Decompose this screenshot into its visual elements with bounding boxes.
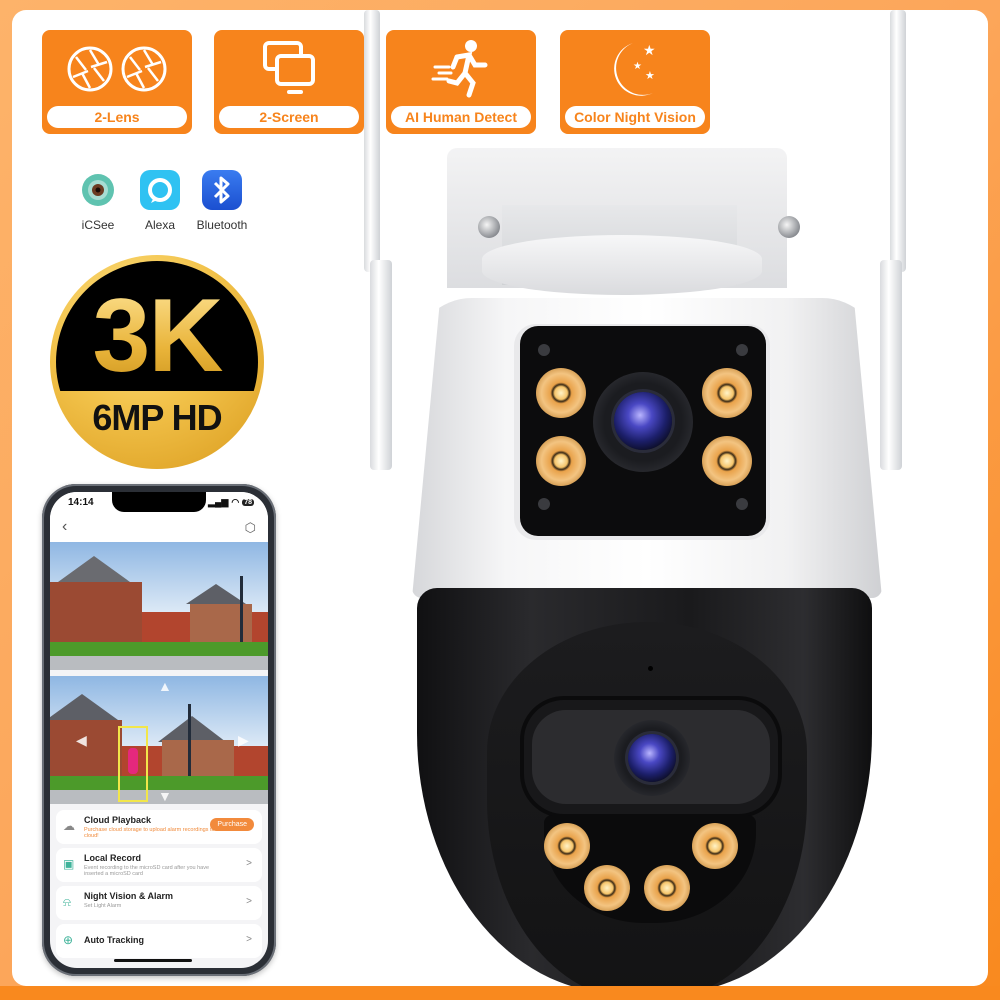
phone-mockup: 14:14 ▂▄▆ ◠ 78 ‹ ⬡ ▲ ▼ ◀ ▶ ☁ Cloud Playb…	[42, 484, 276, 976]
ptz-lens-window	[532, 710, 770, 804]
signal-icon: ▂▄▆	[208, 497, 229, 507]
detected-person	[128, 748, 138, 774]
pan-down-icon[interactable]: ▼	[158, 788, 172, 804]
resolution-badge: 3K 6MP HD	[50, 255, 264, 469]
pan-left-icon[interactable]: ◀	[76, 732, 87, 749]
menu-subtitle: Set Light Alarm	[84, 903, 122, 909]
pan-right-icon[interactable]: ▶	[238, 732, 249, 749]
settings-icon[interactable]: ⬡	[245, 520, 256, 536]
panel-screw	[538, 498, 550, 510]
spotlight-led	[544, 823, 590, 869]
antenna-right	[890, 10, 906, 272]
app-bluetooth: Bluetooth	[196, 170, 248, 232]
aperture-icon	[67, 46, 113, 92]
sd-record-icon: ▣	[63, 857, 75, 871]
back-icon[interactable]: ‹	[62, 518, 67, 536]
feature-badge-2-screen: 2-Screen	[214, 30, 364, 134]
compatible-apps: iCSee Alexa Bluetooth	[74, 170, 248, 232]
mount-screw	[478, 216, 500, 238]
icsee-icon	[78, 170, 118, 210]
resolution-sub: 6MP HD	[92, 397, 222, 438]
app-navbar: ‹ ⬡	[50, 516, 268, 542]
menu-subtitle: Event recording to the microSD card afte…	[84, 865, 210, 877]
menu-title: Auto Tracking	[84, 935, 145, 945]
status-bar: 14:14 ▂▄▆ ◠ 78	[50, 492, 268, 516]
feature-label: 2-Screen	[219, 106, 359, 128]
phone-notch	[112, 492, 206, 512]
wifi-icon: ◠	[231, 497, 240, 507]
spotlight-led	[702, 368, 752, 418]
app-name: iCSee	[81, 218, 115, 232]
panel-screw	[538, 344, 550, 356]
svg-text:★: ★	[633, 61, 642, 72]
fixed-lens	[614, 392, 672, 450]
status-icons: ▂▄▆ ◠ 78	[208, 497, 254, 508]
alarm-light-icon: ⍾	[63, 895, 71, 909]
svg-text:★: ★	[645, 70, 655, 82]
spotlight-led	[584, 865, 630, 911]
camera-collar	[482, 235, 762, 295]
ptz-lens	[628, 734, 676, 782]
menu-item-local-record[interactable]: ▣ Local Record Event recording to the mi…	[56, 848, 262, 882]
spotlight-led	[536, 368, 586, 418]
resolution-main: 3K	[50, 277, 264, 396]
panel-screw	[736, 498, 748, 510]
pan-up-icon[interactable]: ▲	[158, 678, 172, 694]
menu-item-auto-tracking[interactable]: ⊕ Auto Tracking >	[56, 924, 262, 958]
app-icsee: iCSee	[74, 170, 122, 232]
camera-view-wide[interactable]	[50, 542, 268, 670]
menu-item-night-vision-alarm[interactable]: ⍾ Night Vision & Alarm Set Light Alarm >	[56, 886, 262, 920]
menu-item-cloud-playback[interactable]: ☁ Cloud Playback Purchase cloud storage …	[56, 810, 262, 844]
chevron-right-icon: >	[246, 858, 252, 869]
status-time: 14:14	[68, 497, 94, 508]
battery-icon: 78	[242, 499, 254, 506]
app-name: Alexa	[144, 218, 176, 232]
app-alexa: Alexa	[136, 170, 184, 232]
alexa-icon	[140, 170, 180, 210]
app-name: Bluetooth	[196, 218, 248, 232]
cloud-icon: ☁	[63, 819, 75, 833]
panel-screw	[736, 344, 748, 356]
feature-label: 2-Lens	[47, 106, 187, 128]
fixed-lens-panel	[520, 326, 766, 536]
bluetooth-icon	[202, 170, 242, 210]
antenna-right-base	[880, 260, 902, 470]
dual-monitor-icon	[263, 41, 315, 94]
target-icon: ⊕	[63, 933, 74, 947]
menu-title: Night Vision & Alarm	[84, 891, 174, 901]
feature-badge-ai-human-detect: AI Human Detect	[386, 30, 536, 134]
spotlight-led	[692, 823, 738, 869]
running-person-icon	[431, 40, 488, 98]
feature-label: AI Human Detect	[391, 106, 531, 128]
spotlight-led	[536, 436, 586, 486]
antenna-left	[364, 10, 380, 272]
antenna-left-base	[370, 260, 392, 470]
purchase-button[interactable]: Purchase	[210, 818, 254, 831]
feature-label: Color Night Vision	[565, 106, 705, 128]
feature-badge-2-lens: 2-Lens	[42, 30, 192, 134]
moon-stars-icon: ★★★	[614, 42, 656, 96]
camera-view-zoom[interactable]: ▲ ▼ ◀ ▶	[50, 676, 268, 804]
settings-menu: ☁ Cloud Playback Purchase cloud storage …	[56, 810, 262, 962]
chevron-right-icon: >	[246, 896, 252, 907]
spotlight-led	[644, 865, 690, 911]
svg-text:★: ★	[643, 42, 656, 58]
aperture-icon	[121, 46, 167, 92]
mount-screw	[778, 216, 800, 238]
microphone-hole	[648, 666, 653, 671]
feature-badge-color-night-vision: ★ ★ ★ Color Night Vision	[560, 30, 710, 134]
menu-title: Local Record	[84, 853, 142, 863]
home-indicator	[114, 959, 192, 962]
frame-bottom-bar	[0, 986, 1000, 1000]
phone-screen: 14:14 ▂▄▆ ◠ 78 ‹ ⬡ ▲ ▼ ◀ ▶ ☁ Cloud Playb…	[50, 492, 268, 968]
product-panel: 2-Lens 2-Screen AI Human Detect ★ ★ ★ Colo…	[12, 10, 988, 986]
spotlight-led	[702, 436, 752, 486]
chevron-right-icon: >	[246, 934, 252, 945]
